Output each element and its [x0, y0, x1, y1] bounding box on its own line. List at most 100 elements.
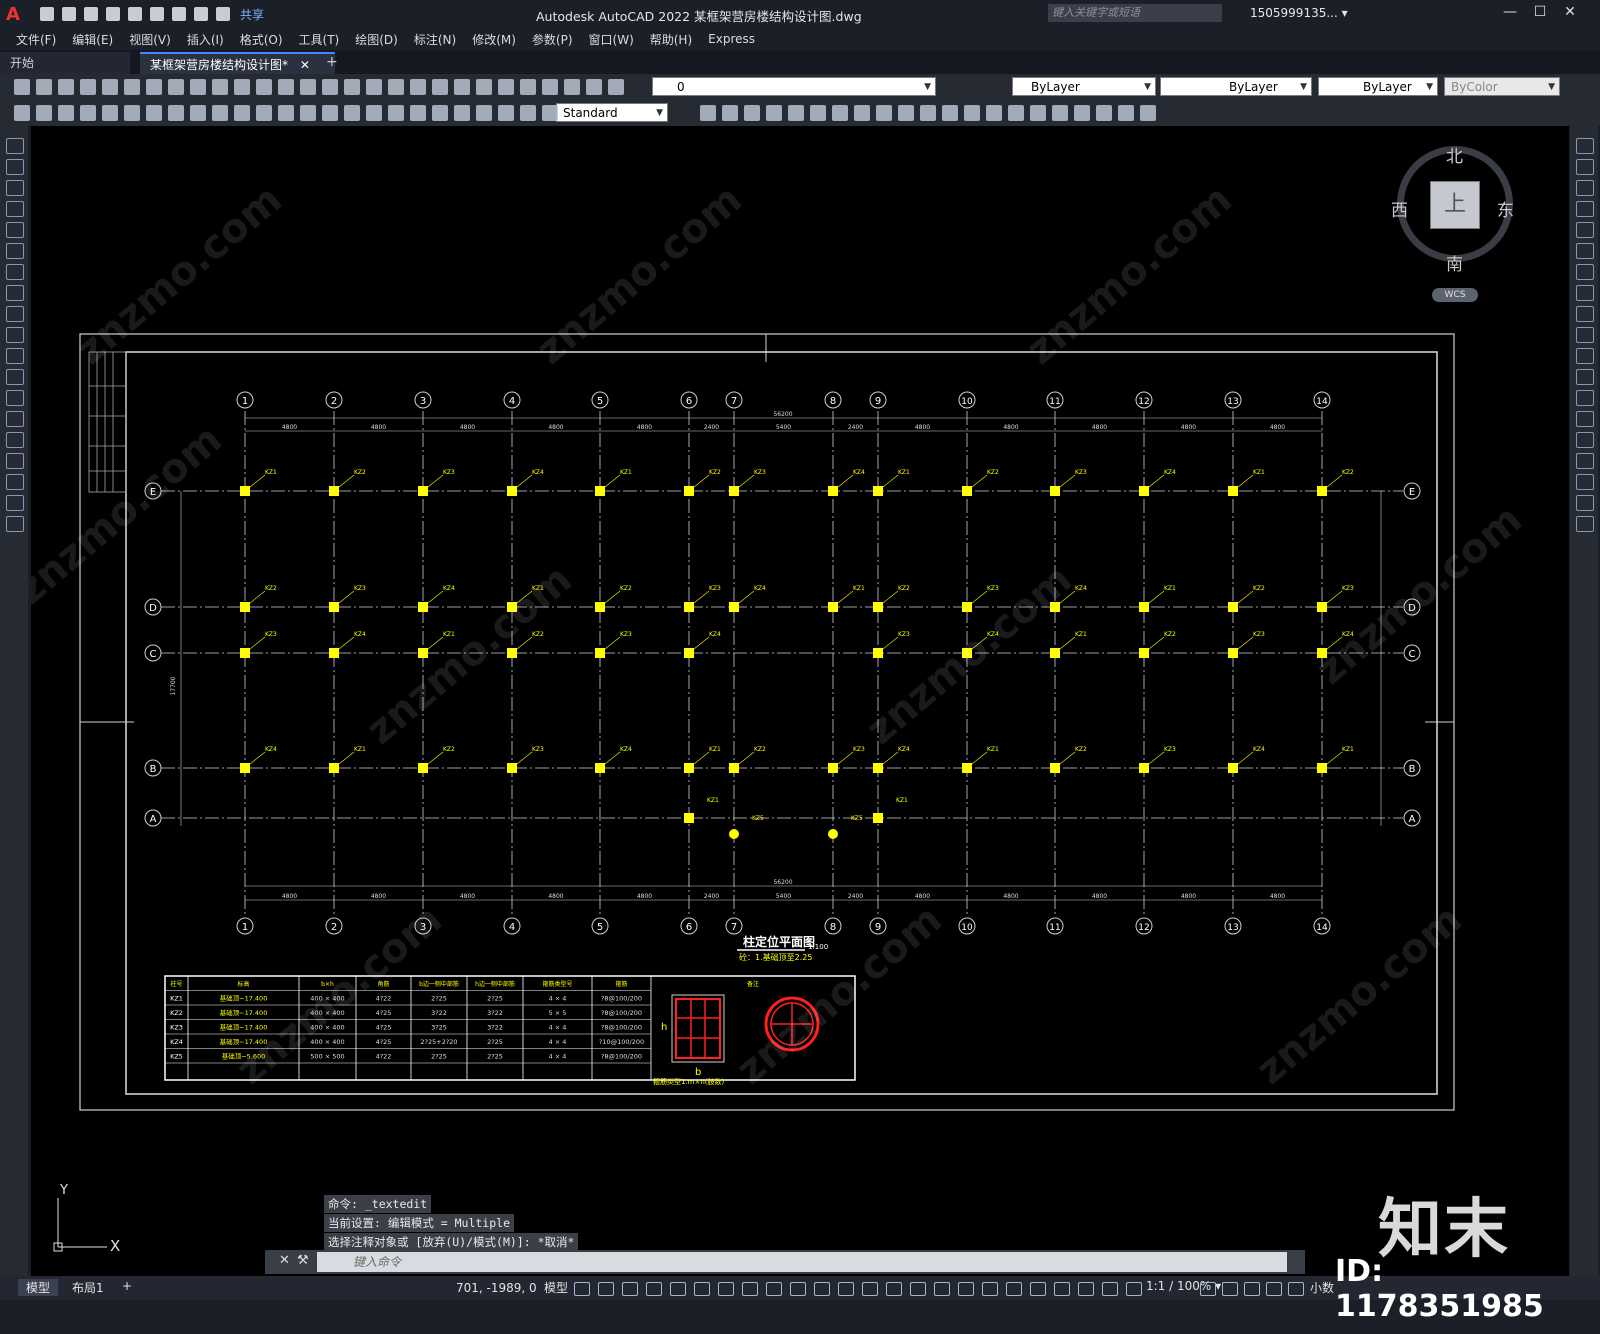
units-button[interactable]: 小数 — [1310, 1279, 1334, 1296]
toolbar-tool-icon[interactable] — [810, 105, 826, 121]
undo-icon[interactable] — [194, 7, 208, 21]
toolbar-tool-icon[interactable] — [300, 79, 316, 95]
toolbar-tool-icon[interactable] — [124, 105, 140, 121]
toolbar-tool-icon[interactable] — [36, 105, 52, 121]
modify-tool-icon[interactable] — [1576, 411, 1594, 427]
toolbar-tool-icon[interactable] — [744, 105, 760, 121]
command-input[interactable]: 键入命令 — [317, 1252, 1287, 1272]
draw-tool-icon[interactable] — [6, 516, 24, 532]
toolbar-tool-icon[interactable] — [1140, 105, 1156, 121]
coordinate-readout[interactable]: 701, -1989, 0 — [456, 1281, 537, 1295]
user-account[interactable]: 1505999135... ▾ — [1250, 6, 1348, 20]
toolbar-tool-icon[interactable] — [964, 105, 980, 121]
draw-tool-icon[interactable] — [6, 222, 24, 238]
toolbar-tool-icon[interactable] — [410, 79, 426, 95]
toolbar-tool-icon[interactable] — [542, 105, 558, 121]
modify-tool-icon[interactable] — [1576, 264, 1594, 280]
toolbar-tool-icon[interactable] — [832, 105, 848, 121]
toolbar-tool-icon[interactable] — [322, 105, 338, 121]
toolbar-tool-icon[interactable] — [14, 105, 30, 121]
toolbar-tool-icon[interactable] — [168, 79, 184, 95]
status-toggle-icon[interactable] — [1102, 1282, 1118, 1296]
toolbar-tool-icon[interactable] — [190, 79, 206, 95]
toolbar-tool-icon[interactable] — [146, 105, 162, 121]
toolbar-tool-icon[interactable] — [234, 79, 250, 95]
status-toggle-icon[interactable] — [862, 1282, 878, 1296]
color-dropdown[interactable]: ByLayer ▼ — [1012, 77, 1156, 96]
share-button[interactable]: 共享 — [240, 6, 264, 23]
toolbar-tool-icon[interactable] — [388, 79, 404, 95]
draw-tool-icon[interactable] — [6, 243, 24, 259]
saveas-icon[interactable] — [106, 7, 120, 21]
status-toggle-icon[interactable] — [598, 1282, 614, 1296]
draw-tool-icon[interactable] — [6, 432, 24, 448]
toolbar-tool-icon[interactable] — [102, 79, 118, 95]
draw-tool-icon[interactable] — [6, 453, 24, 469]
wcs-menu[interactable]: WCS — [1432, 288, 1478, 302]
modify-tool-icon[interactable] — [1576, 495, 1594, 511]
drawing-canvas[interactable]: 1 1 2 2 3 3 4 4 5 5 6 6 7 7 8 8 9 9 10 10 11 11 12 12 13 13 14 14 E E… — [31, 126, 1569, 1296]
menu-view[interactable]: 视图(V) — [129, 31, 171, 48]
status-toggle-icon[interactable] — [766, 1282, 782, 1296]
status-toggle-icon[interactable] — [1222, 1282, 1238, 1296]
draw-tool-icon[interactable] — [6, 306, 24, 322]
toolbar-tool-icon[interactable] — [520, 79, 536, 95]
viewcube-east[interactable]: 东 — [1497, 196, 1514, 221]
toolbar-tool-icon[interactable] — [498, 105, 514, 121]
status-toggle-icon[interactable] — [1266, 1282, 1282, 1296]
search-input[interactable]: 键入关键字或短语 — [1048, 4, 1222, 22]
draw-tool-icon[interactable] — [6, 348, 24, 364]
modify-tool-icon[interactable] — [1576, 159, 1594, 175]
status-toggle-icon[interactable] — [1054, 1282, 1070, 1296]
toolbar-tool-icon[interactable] — [432, 105, 448, 121]
toolbar-tool-icon[interactable] — [766, 105, 782, 121]
linetype-dropdown[interactable]: ByLayer ▼ — [1160, 77, 1312, 96]
plot-icon[interactable] — [172, 7, 186, 21]
status-toggle-icon[interactable] — [718, 1282, 734, 1296]
draw-tool-icon[interactable] — [6, 474, 24, 490]
status-toggle-icon[interactable] — [1126, 1282, 1142, 1296]
status-toggle-icon[interactable] — [1288, 1282, 1304, 1296]
toolbar-tool-icon[interactable] — [80, 105, 96, 121]
menu-insert[interactable]: 插入(I) — [187, 31, 224, 48]
toolbar-tool-icon[interactable] — [722, 105, 738, 121]
modify-tool-icon[interactable] — [1576, 138, 1594, 154]
toolbar-tool-icon[interactable] — [876, 105, 892, 121]
toolbar-tool-icon[interactable] — [256, 79, 272, 95]
draw-tool-icon[interactable] — [6, 390, 24, 406]
toolbar-tool-icon[interactable] — [498, 79, 514, 95]
toolbar-tool-icon[interactable] — [344, 79, 360, 95]
web-open-icon[interactable] — [128, 7, 142, 21]
draw-tool-icon[interactable] — [6, 264, 24, 280]
status-toggle-icon[interactable] — [910, 1282, 926, 1296]
tab-start[interactable]: 开始 — [0, 52, 130, 74]
modify-tool-icon[interactable] — [1576, 369, 1594, 385]
toolbar-tool-icon[interactable] — [700, 105, 716, 121]
status-toggle-icon[interactable] — [982, 1282, 998, 1296]
toolbar-tool-icon[interactable] — [1052, 105, 1068, 121]
toolbar-tool-icon[interactable] — [278, 105, 294, 121]
toolbar-tool-icon[interactable] — [58, 105, 74, 121]
toolbar-tool-icon[interactable] — [1008, 105, 1024, 121]
draw-tool-icon[interactable] — [6, 327, 24, 343]
toolbar-tool-icon[interactable] — [476, 79, 492, 95]
plotstyle-dropdown[interactable]: ByColor ▼ — [1444, 77, 1560, 96]
model-space-button[interactable]: 模型 — [544, 1279, 568, 1296]
menu-express[interactable]: Express — [708, 32, 755, 46]
toolbar-tool-icon[interactable] — [608, 79, 624, 95]
toolbar-tool-icon[interactable] — [388, 105, 404, 121]
text-style-dropdown[interactable]: Standard ▼ — [556, 103, 668, 122]
status-toggle-icon[interactable] — [790, 1282, 806, 1296]
toolbar-tool-icon[interactable] — [256, 105, 272, 121]
status-toggle-icon[interactable] — [622, 1282, 638, 1296]
modify-tool-icon[interactable] — [1576, 222, 1594, 238]
status-toggle-icon[interactable] — [1244, 1282, 1260, 1296]
modify-tool-icon[interactable] — [1576, 180, 1594, 196]
toolbar-tool-icon[interactable] — [986, 105, 1002, 121]
toolbar-tool-icon[interactable] — [14, 79, 30, 95]
toolbar-tool-icon[interactable] — [366, 79, 382, 95]
close-icon[interactable]: ✕ — [279, 1253, 290, 1268]
maximize-button[interactable]: ☐ — [1530, 4, 1550, 22]
menu-tools[interactable]: 工具(T) — [299, 31, 340, 48]
toolbar-tool-icon[interactable] — [212, 79, 228, 95]
